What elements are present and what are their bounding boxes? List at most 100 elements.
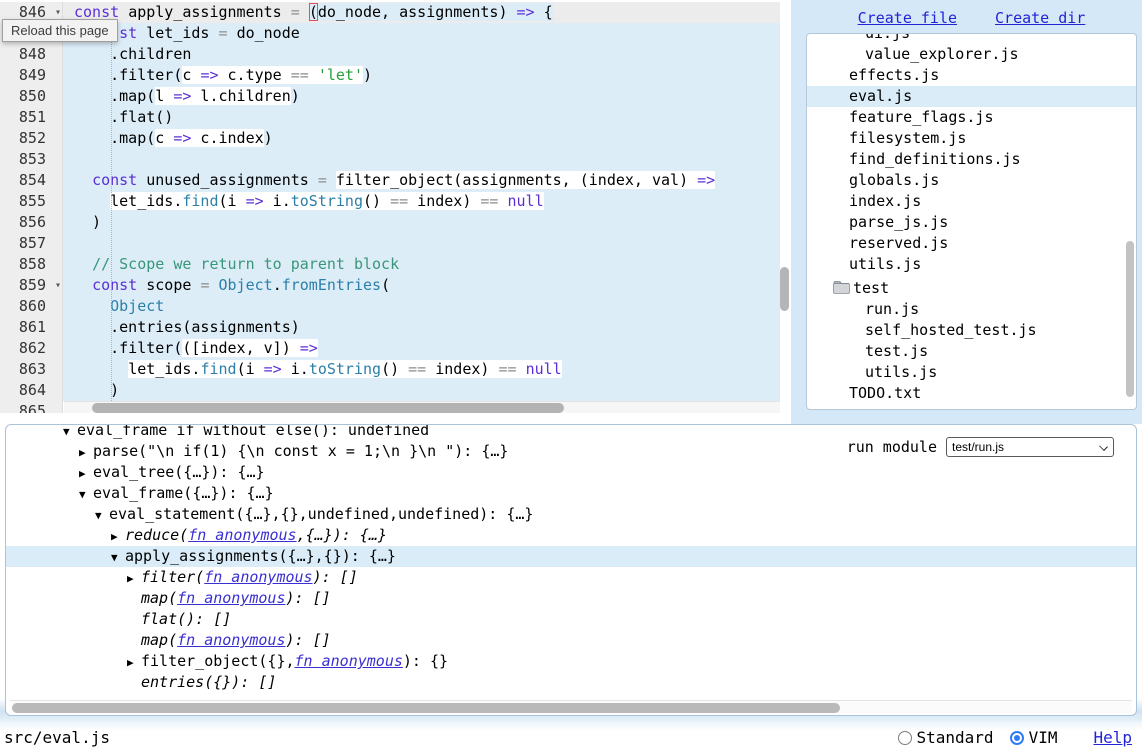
fn-anonymous-link[interactable]: fn anonymous (204, 568, 312, 586)
code-line[interactable]: 864 ) (0, 380, 780, 401)
call-row[interactable]: ▼eval_statement({…},{},undefined,undefin… (6, 504, 1136, 525)
call-row-text: ): [] (286, 631, 331, 649)
code-line[interactable]: 860 Object (0, 296, 780, 317)
create-file-link[interactable]: Create file (858, 9, 957, 27)
call-row[interactable]: ▶map(fn anonymous): [] (6, 630, 1136, 651)
expand-arrow-icon[interactable]: ▶ (127, 568, 141, 589)
code-line[interactable]: 857 (0, 233, 780, 254)
radio-unselected-icon[interactable] (898, 731, 912, 745)
call-row[interactable]: ▼eval_frame({…}): {…} (6, 483, 1136, 504)
expand-arrow-icon[interactable]: ▶ (111, 526, 125, 547)
code-token: Object (110, 297, 164, 315)
tree-item[interactable]: find_definitions.js (807, 149, 1136, 170)
call-row-text: ,{…}): {…} (297, 526, 387, 544)
code-token: => (200, 66, 218, 84)
code-token: => (300, 339, 318, 357)
code-token: == (390, 192, 408, 210)
fold-marker-icon[interactable]: ▾ (55, 275, 61, 296)
code-token (74, 297, 110, 315)
expand-arrow-icon[interactable]: ▶ (79, 463, 93, 484)
tree-item[interactable]: globals.js (807, 170, 1136, 191)
tree-item[interactable]: parse_js.js (807, 212, 1136, 233)
code-line[interactable]: 853 (0, 149, 780, 170)
code-line[interactable]: 851 .flat() (0, 107, 780, 128)
fn-anonymous-link[interactable]: fn anonymous (295, 652, 403, 670)
fn-anonymous-link[interactable]: fn anonymous (177, 589, 285, 607)
tree-item[interactable]: self_hosted_test.js (807, 320, 1136, 341)
expand-arrow-icon[interactable]: ▶ (127, 652, 141, 673)
code-token: () (363, 192, 390, 210)
call-row[interactable]: ▶flat(): [] (6, 609, 1136, 630)
tree-item[interactable]: feature_flags.js (807, 107, 1136, 128)
code-line[interactable]: 848 .children (0, 44, 780, 65)
tree-item[interactable]: eval.js (807, 86, 1136, 107)
code-token: c.type (219, 66, 291, 84)
code-line[interactable]: 863 let_ids.find(i => i.toString() == in… (0, 359, 780, 380)
calltree-horizontal-scrollbar[interactable] (10, 700, 1132, 713)
expand-arrow-icon[interactable]: ▶ (79, 442, 93, 463)
tree-item[interactable]: ui.js (807, 33, 1136, 44)
code-line[interactable]: 859▾ const scope = Object.fromEntries( (0, 275, 780, 296)
editor-vertical-scrollbar[interactable] (780, 267, 789, 311)
call-row[interactable]: ▶map(fn anonymous): [] (6, 588, 1136, 609)
code-line[interactable]: 852 .map(c => c.index) (0, 128, 780, 149)
code-token: find (200, 360, 236, 378)
code-token: Object (219, 276, 273, 294)
tree-item[interactable]: test.js (807, 341, 1136, 362)
call-row[interactable]: ▶filter_object({},fn anonymous): {} (6, 651, 1136, 672)
code-line[interactable]: 854 const unused_assignments = filter_ob… (0, 170, 780, 191)
tree-item[interactable]: filesystem.js (807, 128, 1136, 149)
tree-item[interactable]: utils.js (807, 362, 1136, 383)
collapse-arrow-icon[interactable]: ▼ (111, 547, 125, 568)
run-module-select[interactable]: test/run.js (946, 437, 1114, 457)
code-token: toString (291, 192, 363, 210)
code-token: (i (219, 192, 246, 210)
fn-anonymous-link[interactable]: fn anonymous (177, 631, 285, 649)
calltree-horizontal-scrollbar-thumb[interactable] (12, 703, 840, 713)
code-line[interactable]: 855 let_ids.find(i => i.toString() == in… (0, 191, 780, 212)
call-row[interactable]: ▼apply_assignments({…},{}): {…} (6, 546, 1136, 567)
keymap-standard-option[interactable]: Standard (898, 728, 994, 747)
code-line[interactable]: 858 // Scope we return to parent block (0, 254, 780, 275)
call-row-text: eval_frame({…}): {…} (93, 484, 274, 502)
code-token: = (219, 24, 237, 42)
tree-item[interactable]: utils.js (807, 254, 1136, 275)
tree-item[interactable]: run.js (807, 299, 1136, 320)
tree-item[interactable]: reserved.js (807, 233, 1136, 254)
keymap-vim-option[interactable]: VIM (1010, 728, 1058, 747)
collapse-arrow-icon[interactable]: ▼ (95, 505, 109, 526)
run-module-label: run module (847, 438, 937, 456)
call-row-text: filter( (141, 568, 204, 586)
code-token: == (408, 360, 426, 378)
create-dir-link[interactable]: Create dir (995, 9, 1085, 27)
code-line[interactable]: 861 .entries(assignments) (0, 317, 780, 338)
code-token: c.index (191, 129, 263, 147)
editor-horizontal-scrollbar-thumb[interactable] (92, 403, 564, 413)
fn-anonymous-link[interactable]: fn anonymous (188, 526, 296, 544)
call-row-text: apply_assignments({…},{}): {…} (125, 547, 396, 565)
code-line[interactable]: 850 .map(l => l.children) (0, 86, 780, 107)
code-editor[interactable]: 846▾const apply_assignments = (do_node, … (0, 0, 791, 413)
code-line[interactable]: 849 .filter(c => c.type == 'let') (0, 65, 780, 86)
collapse-arrow-icon[interactable]: ▼ (79, 484, 93, 505)
radio-selected-icon[interactable] (1010, 731, 1024, 745)
call-row[interactable]: ▶filter(fn anonymous): [] (6, 567, 1136, 588)
code-token: == (291, 66, 309, 84)
help-link[interactable]: Help (1093, 728, 1132, 747)
tree-item[interactable]: value_explorer.js (807, 44, 1136, 65)
tree-item[interactable]: TODO.txt (807, 383, 1136, 404)
tree-item[interactable]: index.js (807, 191, 1136, 212)
tree-vertical-scrollbar[interactable] (1126, 241, 1134, 397)
code-lines[interactable]: 846▾const apply_assignments = (do_node, … (0, 2, 780, 413)
call-row[interactable]: ▶eval_tree({…}): {…} (6, 462, 1136, 483)
code-line[interactable]: 862 .filter(([index, v]) => (0, 338, 780, 359)
code-line[interactable]: 856 ) (0, 212, 780, 233)
tree-folder[interactable]: test (807, 278, 1136, 299)
tree-item[interactable]: effects.js (807, 65, 1136, 86)
code-token: filter_object(assignments, (index, val) (336, 171, 697, 189)
code-token: ) (74, 381, 119, 399)
call-row[interactable]: ▶entries({}): [] (6, 672, 1136, 693)
call-row[interactable]: ▶reduce(fn anonymous,{…}): {…} (6, 525, 1136, 546)
collapse-arrow-icon[interactable]: ▼ (63, 424, 77, 442)
editor-horizontal-scrollbar[interactable] (64, 401, 780, 413)
